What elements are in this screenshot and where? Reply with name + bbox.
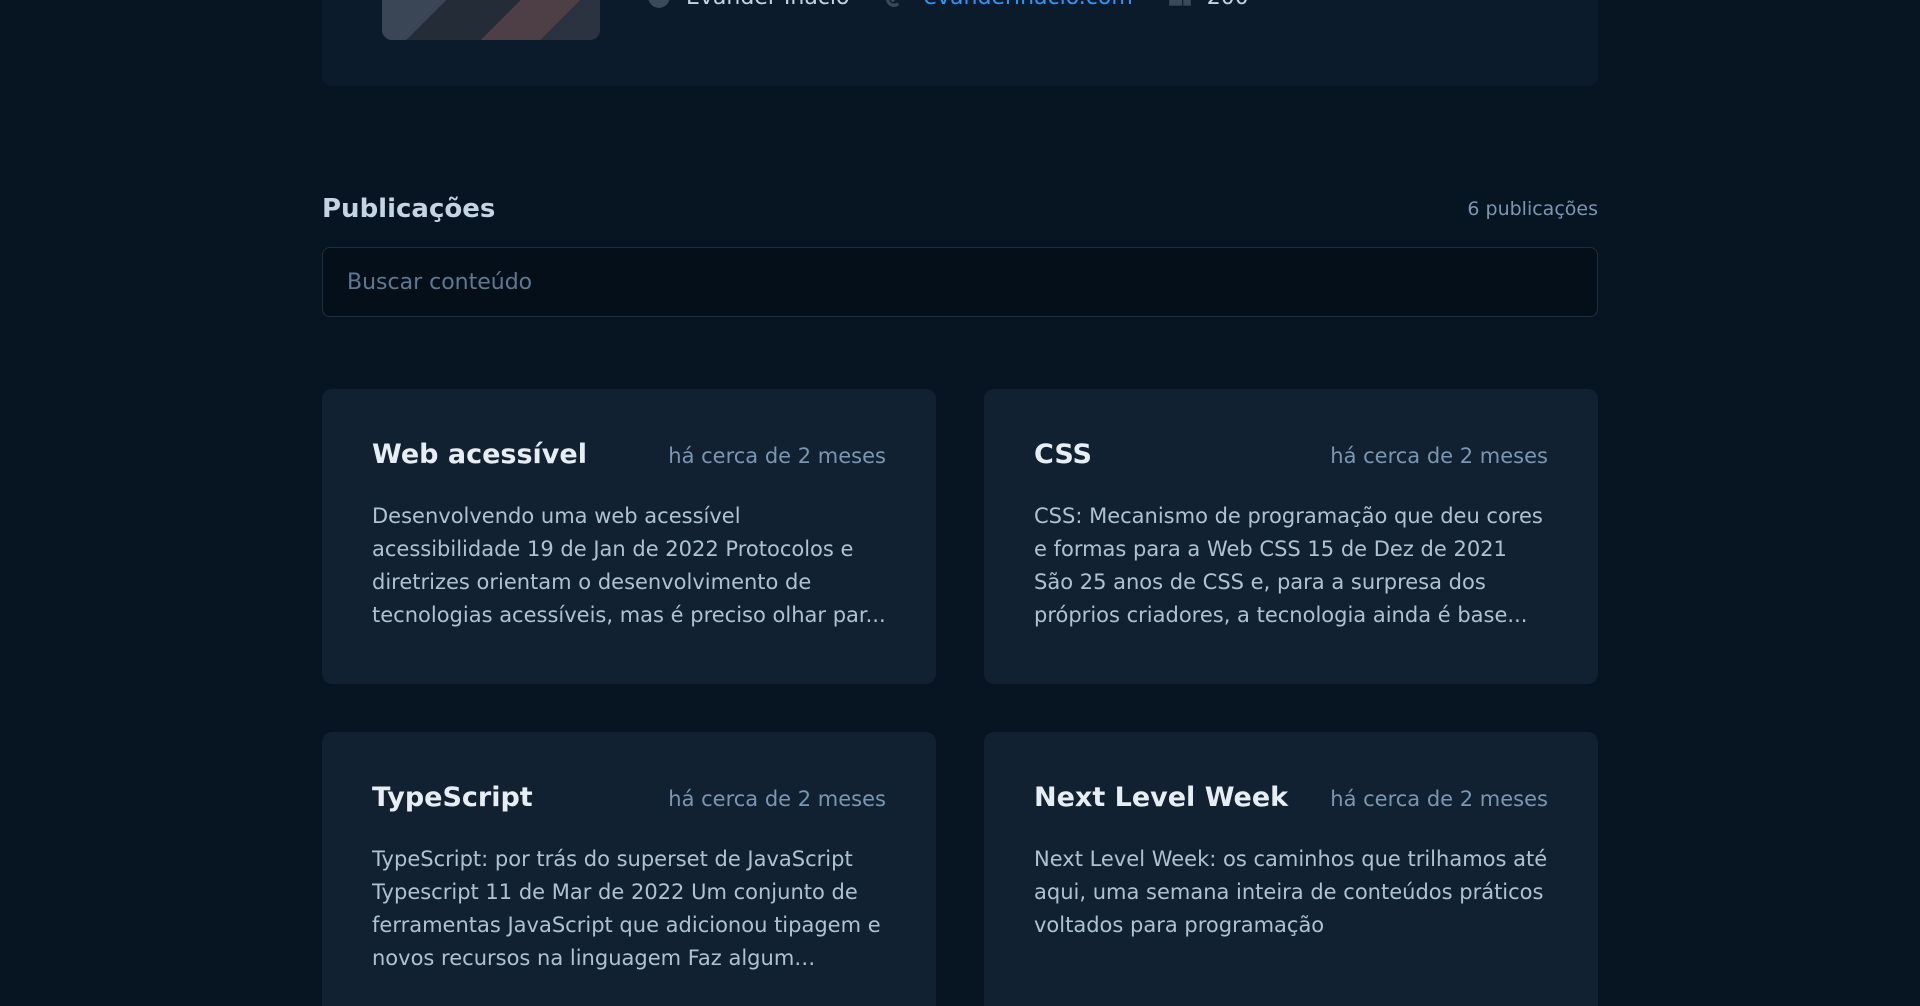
post-excerpt: Next Level Week: os caminhos que trilham… [1034,847,1548,937]
post-date: há cerca de 2 meses [668,787,886,811]
post-date: há cerca de 2 meses [668,444,886,468]
posts-grid: Web acessível há cerca de 2 meses Desenv… [322,389,1598,1006]
publications-title: Publicações [322,194,496,224]
profile-followers-count: 200 [1207,0,1249,10]
github-icon [646,0,672,10]
post-card-header: TypeScript há cerca de 2 meses [372,782,886,813]
profile-info-row: Evander Inácio evanderinacio.com 200 [646,0,1249,10]
profile-card: Evander Inácio evanderinacio.com 200 [322,0,1598,86]
post-date: há cerca de 2 meses [1330,444,1548,468]
post-title: CSS [1034,439,1092,470]
post-excerpt: TypeScript: por trás do superset de Java… [372,847,881,970]
post-card[interactable]: Next Level Week há cerca de 2 meses Next… [984,732,1598,1006]
profile-site[interactable]: evanderinacio.com [883,0,1133,10]
profile-followers: 200 [1167,0,1249,10]
post-excerpt: Desenvolvendo uma web acessível acessibi… [372,504,886,627]
publications-count: 6 publicações [1467,198,1598,220]
post-title: Next Level Week [1034,782,1289,813]
post-card-header: CSS há cerca de 2 meses [1034,439,1548,470]
link-icon [883,0,909,10]
post-card-header: Next Level Week há cerca de 2 meses [1034,782,1548,813]
post-card[interactable]: Web acessível há cerca de 2 meses Desenv… [322,389,936,684]
post-card-header: Web acessível há cerca de 2 meses [372,439,886,470]
post-title: TypeScript [372,782,533,813]
blog-page: Evander Inácio evanderinacio.com 200 Pub… [0,0,1920,1006]
publications-header: Publicações 6 publicações [322,194,1598,224]
users-icon [1167,0,1193,10]
post-card[interactable]: TypeScript há cerca de 2 meses TypeScrip… [322,732,936,1006]
post-card[interactable]: CSS há cerca de 2 meses CSS: Mecanismo d… [984,389,1598,684]
profile-github-label: Evander Inácio [686,0,849,10]
search-input[interactable] [322,247,1598,317]
post-title: Web acessível [372,439,587,470]
profile-site-link[interactable]: evanderinacio.com [923,0,1132,10]
post-excerpt: CSS: Mecanismo de programação que deu co… [1034,504,1543,627]
avatar [382,0,600,40]
post-date: há cerca de 2 meses [1330,787,1548,811]
profile-github: Evander Inácio [646,0,849,10]
